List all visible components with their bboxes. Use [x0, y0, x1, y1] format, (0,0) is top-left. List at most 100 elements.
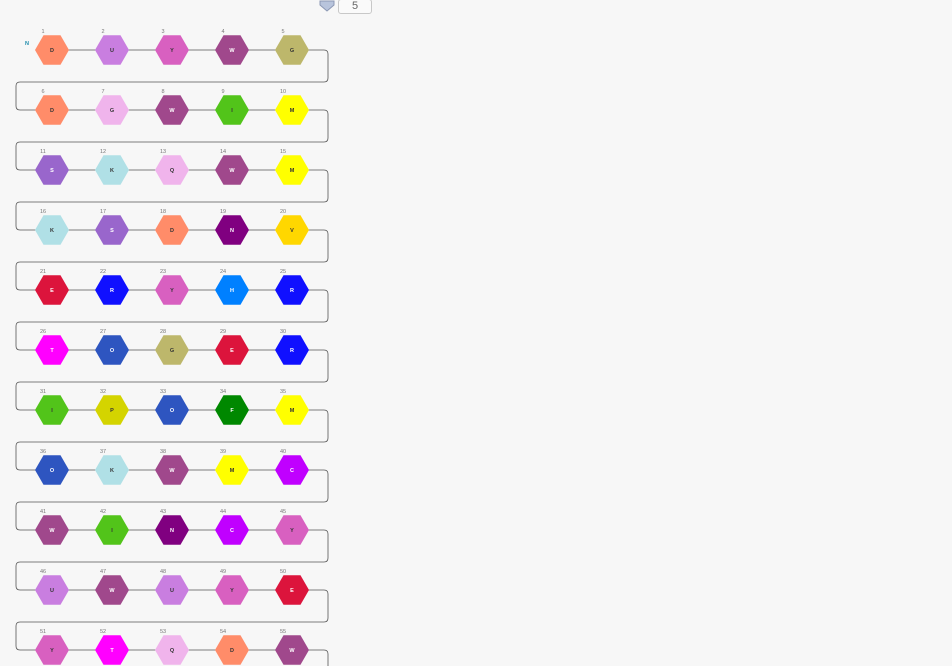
- residue-letter: Y: [230, 588, 234, 594]
- residue-node[interactable]: O 27: [95, 329, 129, 365]
- n-terminus-label: N: [25, 41, 29, 47]
- residue-node[interactable]: E 29: [215, 329, 249, 365]
- residue-node[interactable]: Q 53: [155, 629, 189, 665]
- residue-index: 47: [100, 569, 106, 575]
- residue-letter: C: [230, 528, 234, 534]
- residue-index: 29: [220, 329, 226, 335]
- sequence-diagram: D1U2Y3W4G5D6G7W8I9M10S11K12Q13W14M15K16S…: [15, 29, 329, 666]
- residue-index: 12: [100, 149, 106, 155]
- residue-node[interactable]: G7: [95, 89, 129, 125]
- residue-letter: N: [170, 528, 174, 534]
- residue-node[interactable]: U 46: [35, 569, 69, 605]
- residue-node[interactable]: W4: [215, 29, 249, 65]
- residue-index: 55: [280, 629, 286, 635]
- residue-node[interactable]: D1: [35, 29, 69, 65]
- residue-node[interactable]: M 39: [215, 449, 249, 485]
- residue-node[interactable]: S 11: [35, 149, 69, 185]
- residue-index: 34: [220, 389, 226, 395]
- residue-node[interactable]: W 47: [95, 569, 129, 605]
- residue-node[interactable]: N 43: [155, 509, 189, 545]
- residue-node[interactable]: E 21: [35, 269, 69, 305]
- residue-index: 14: [220, 149, 226, 155]
- residue-node[interactable]: W8: [155, 89, 189, 125]
- residue-letter: W: [229, 168, 235, 174]
- residue-node[interactable]: C 44: [215, 509, 249, 545]
- residue-node[interactable]: T52: [95, 629, 129, 665]
- residue-node[interactable]: R 30: [275, 329, 309, 365]
- residue-node[interactable]: M 15: [275, 149, 309, 185]
- residue-index: 1: [41, 29, 44, 35]
- residue-index: 50: [280, 569, 286, 575]
- residue-node[interactable]: W 41: [35, 509, 69, 545]
- residue-index: 9: [221, 89, 224, 95]
- residue-letter: P: [110, 408, 114, 414]
- residue-node[interactable]: T26: [35, 329, 69, 365]
- residue-index: 11: [40, 149, 46, 155]
- residue-index: 39: [220, 449, 226, 455]
- residue-letter: O: [50, 468, 55, 474]
- residue-node[interactable]: I31: [35, 389, 69, 425]
- residue-index: 5: [281, 29, 284, 35]
- residue-letter: M: [290, 168, 295, 174]
- residue-node[interactable]: K 16: [35, 209, 69, 245]
- residue-letter: S: [50, 168, 54, 174]
- residue-node[interactable]: Y 51: [35, 629, 69, 665]
- residue-letter: D: [50, 48, 54, 54]
- residue-index: 37: [100, 449, 106, 455]
- residue-index: 52: [100, 629, 106, 635]
- residue-letter: O: [110, 348, 115, 354]
- residue-index: 18: [160, 209, 166, 215]
- residue-node[interactable]: U2: [95, 29, 129, 65]
- residue-node[interactable]: O 36: [35, 449, 69, 485]
- sequence-nodes: D1U2Y3W4G5D6G7W8I9M10S11K12Q13W14M15K16S…: [35, 29, 309, 665]
- residue-node[interactable]: Y 45: [275, 509, 309, 545]
- residue-node[interactable]: V 20: [275, 209, 309, 245]
- residue-node[interactable]: H 24: [215, 269, 249, 305]
- residue-index: 26: [40, 329, 46, 335]
- residue-node[interactable]: D 18: [155, 209, 189, 245]
- residue-index: 2: [101, 29, 104, 35]
- residue-index: 20: [280, 209, 286, 215]
- residue-node[interactable]: W 38: [155, 449, 189, 485]
- residue-letter: U: [50, 588, 54, 594]
- residue-index: 7: [101, 89, 104, 95]
- residue-index: 43: [160, 509, 166, 515]
- residue-node[interactable]: K 37: [95, 449, 129, 485]
- residue-node[interactable]: M 10: [275, 89, 309, 125]
- residue-node[interactable]: N 19: [215, 209, 249, 245]
- residue-node[interactable]: E 50: [275, 569, 309, 605]
- residue-letter: U: [170, 588, 174, 594]
- residue-node[interactable]: F34: [215, 389, 249, 425]
- residue-node[interactable]: O 33: [155, 389, 189, 425]
- residue-index: 51: [40, 629, 46, 635]
- residue-letter: M: [290, 108, 295, 114]
- residue-node[interactable]: S 17: [95, 209, 129, 245]
- residue-node[interactable]: C 40: [275, 449, 309, 485]
- residue-node[interactable]: D6: [35, 89, 69, 125]
- residue-letter: K: [110, 468, 114, 474]
- residue-index: 16: [40, 209, 46, 215]
- residue-node[interactable]: G5: [275, 29, 309, 65]
- residue-node[interactable]: Y 23: [155, 269, 189, 305]
- residue-node[interactable]: I42: [95, 509, 129, 545]
- residue-node[interactable]: W 14: [215, 149, 249, 185]
- residue-node[interactable]: R 22: [95, 269, 129, 305]
- residue-node[interactable]: Y3: [155, 29, 189, 65]
- residue-node[interactable]: K 12: [95, 149, 129, 185]
- residue-index: 54: [220, 629, 226, 635]
- residue-node[interactable]: D 54: [215, 629, 249, 665]
- residue-node[interactable]: P 32: [95, 389, 129, 425]
- residue-node[interactable]: Q 13: [155, 149, 189, 185]
- residue-node[interactable]: U 48: [155, 569, 189, 605]
- residue-node[interactable]: M 35: [275, 389, 309, 425]
- residue-letter: U: [110, 48, 114, 54]
- residue-letter: W: [109, 588, 115, 594]
- residue-node[interactable]: G 28: [155, 329, 189, 365]
- residue-node[interactable]: I9: [215, 89, 249, 125]
- residue-node[interactable]: R 25: [275, 269, 309, 305]
- residue-letter: R: [290, 348, 294, 354]
- residue-index: 21: [40, 269, 46, 275]
- residue-letter: H: [230, 288, 234, 294]
- residue-node[interactable]: W 55: [275, 629, 309, 665]
- residue-node[interactable]: Y 49: [215, 569, 249, 605]
